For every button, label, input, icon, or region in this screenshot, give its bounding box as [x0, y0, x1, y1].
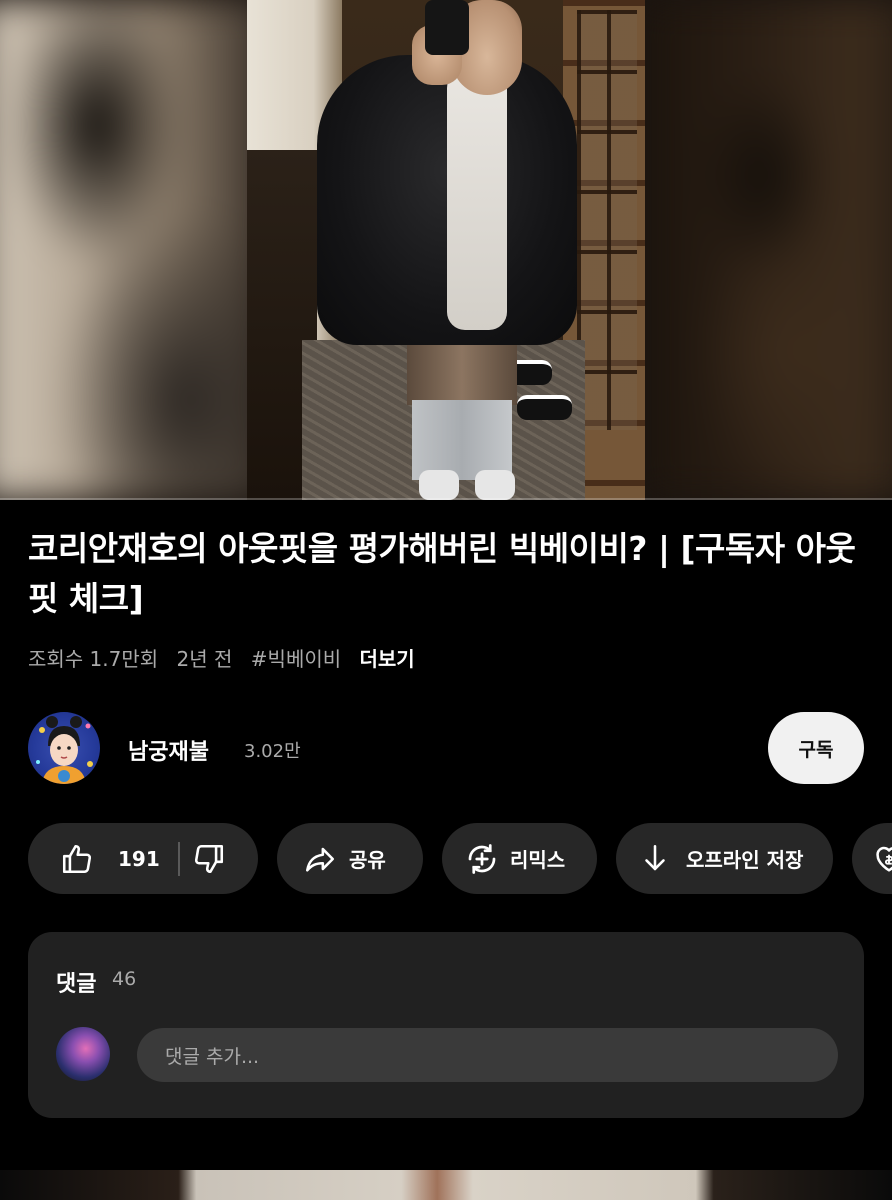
video-blur-background-right	[642, 0, 892, 500]
channel-row: 남궁재불 3.02만 구독	[28, 712, 864, 786]
share-button[interactable]: 공유	[277, 823, 423, 894]
view-count: 조회수 1.7만회	[28, 647, 159, 671]
share-label: 공유	[349, 848, 386, 872]
video-progress-bar[interactable]	[0, 498, 892, 500]
thanks-button[interactable]	[852, 823, 892, 894]
download-label: 오프라인 저장	[686, 848, 804, 872]
like-divider	[177, 841, 180, 876]
user-avatar	[56, 1027, 110, 1081]
subscribe-button[interactable]: 구독	[768, 712, 864, 784]
next-video-thumbnail[interactable]	[0, 1170, 892, 1200]
remix-icon	[464, 841, 500, 877]
video-blur-background-left	[0, 0, 270, 500]
more-button[interactable]: 더보기	[360, 647, 415, 671]
video-player[interactable]	[0, 0, 892, 500]
download-icon	[638, 842, 672, 876]
channel-avatar[interactable]	[28, 712, 100, 784]
download-button[interactable]: 오프라인 저장	[616, 823, 833, 894]
thumbs-down-icon[interactable]	[192, 842, 226, 876]
comments-label: 댓글	[56, 972, 97, 997]
subscriber-count: 3.02만	[244, 741, 301, 762]
channel-name[interactable]: 남궁재불	[128, 734, 209, 766]
share-arrow-icon	[303, 842, 337, 876]
comments-count: 46	[112, 968, 137, 990]
action-bar: 191 공유 리믹스 오프라인 저장	[28, 823, 892, 894]
like-count[interactable]: 191	[118, 847, 160, 871]
remix-button[interactable]: 리믹스	[442, 823, 597, 894]
comments-card[interactable]: 댓글 46 댓글 추가...	[28, 932, 864, 1118]
video-meta[interactable]: 조회수 1.7만회 2년 전 #빅베이비 더보기	[28, 643, 427, 672]
thumbs-up-icon[interactable]	[60, 842, 94, 876]
add-comment-input[interactable]: 댓글 추가...	[137, 1028, 838, 1082]
video-title[interactable]: 코리안재호의 아웃핏을 평가해버린 빅베이비? | [구독자 아웃핏 체크]	[28, 524, 878, 624]
hashtag-link[interactable]: #빅베이비	[251, 647, 341, 671]
like-dislike-pill: 191	[28, 823, 258, 894]
upload-age: 2년 전	[176, 647, 233, 671]
heart-dollar-icon	[872, 842, 892, 876]
video-frame	[247, 0, 645, 500]
remix-label: 리믹스	[510, 848, 566, 872]
